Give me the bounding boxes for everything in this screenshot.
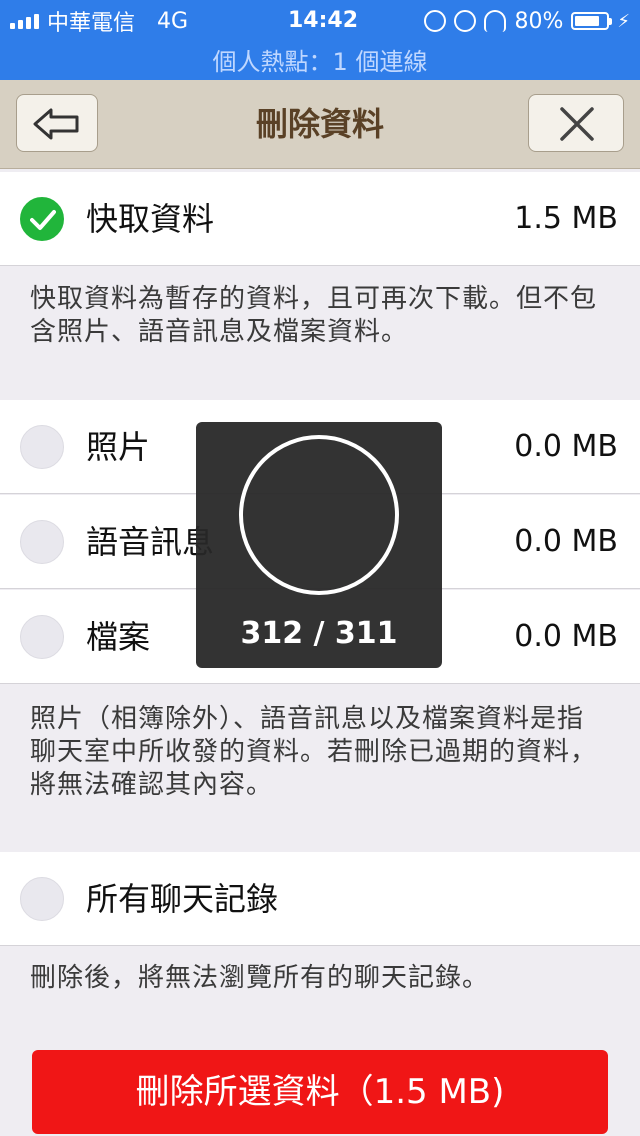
progress-count: 312 / 311 <box>240 616 398 651</box>
close-icon <box>560 107 594 141</box>
cache-description: 快取資料為暫存的資料，且可再次下載。但不包含照片、語音訊息及檔案資料。 <box>30 284 598 347</box>
checkbox-voice[interactable] <box>20 520 64 564</box>
progress-ring-icon <box>239 435 399 595</box>
nav-bar: 刪除資料 <box>0 80 640 169</box>
alarm-icon <box>454 10 477 32</box>
orientation-lock-icon <box>424 10 447 32</box>
option-row-cache[interactable]: 快取資料 1.5 MB <box>0 172 640 266</box>
status-time: 14:42 <box>288 8 359 33</box>
back-button[interactable] <box>16 94 98 152</box>
battery-percent: 80% <box>514 8 564 34</box>
progress-overlay: 312 / 311 <box>196 422 442 668</box>
media-description: 照片（相簿除外）、語音訊息以及檔案資料是指聊天室中所收發的資料。若刪除已過期的資… <box>30 704 598 800</box>
headphones-icon <box>484 10 507 32</box>
option-size: 0.0 MB <box>514 619 618 654</box>
option-label: 照片 <box>86 428 151 466</box>
option-size: 1.5 MB <box>514 201 618 236</box>
carrier-name: 中華電信 <box>47 11 136 36</box>
checkbox-photos[interactable] <box>20 425 64 469</box>
back-arrow-icon <box>33 108 79 140</box>
hotspot-banner[interactable]: 個人熱點：1 個連線 <box>0 42 640 77</box>
option-row-all-chats[interactable]: 所有聊天記錄 <box>0 852 640 946</box>
network-type: 4G <box>157 8 189 34</box>
checkbox-cache[interactable] <box>20 197 64 241</box>
charging-icon: ⚡ <box>617 10 630 32</box>
signal-strength-icon <box>10 13 39 29</box>
battery-icon <box>571 12 613 30</box>
option-label: 所有聊天記錄 <box>86 880 279 918</box>
option-label: 檔案 <box>86 618 151 656</box>
checkbox-all-chats[interactable] <box>20 877 64 921</box>
chat-description: 刪除後，將無法瀏覽所有的聊天記錄。 <box>30 963 490 993</box>
checkbox-files[interactable] <box>20 615 64 659</box>
option-label: 快取資料 <box>86 200 215 238</box>
option-size: 0.0 MB <box>514 429 618 464</box>
status-bar: 中華電信 4G 14:42 80% ⚡ 個人熱點：1 個連線 <box>0 0 640 80</box>
checkmark-icon <box>30 210 56 230</box>
option-size: 0.0 MB <box>514 524 618 559</box>
close-button[interactable] <box>528 94 624 152</box>
delete-selected-button[interactable]: 刪除所選資料（1.5 MB) <box>32 1050 608 1134</box>
option-label: 語音訊息 <box>86 523 215 561</box>
